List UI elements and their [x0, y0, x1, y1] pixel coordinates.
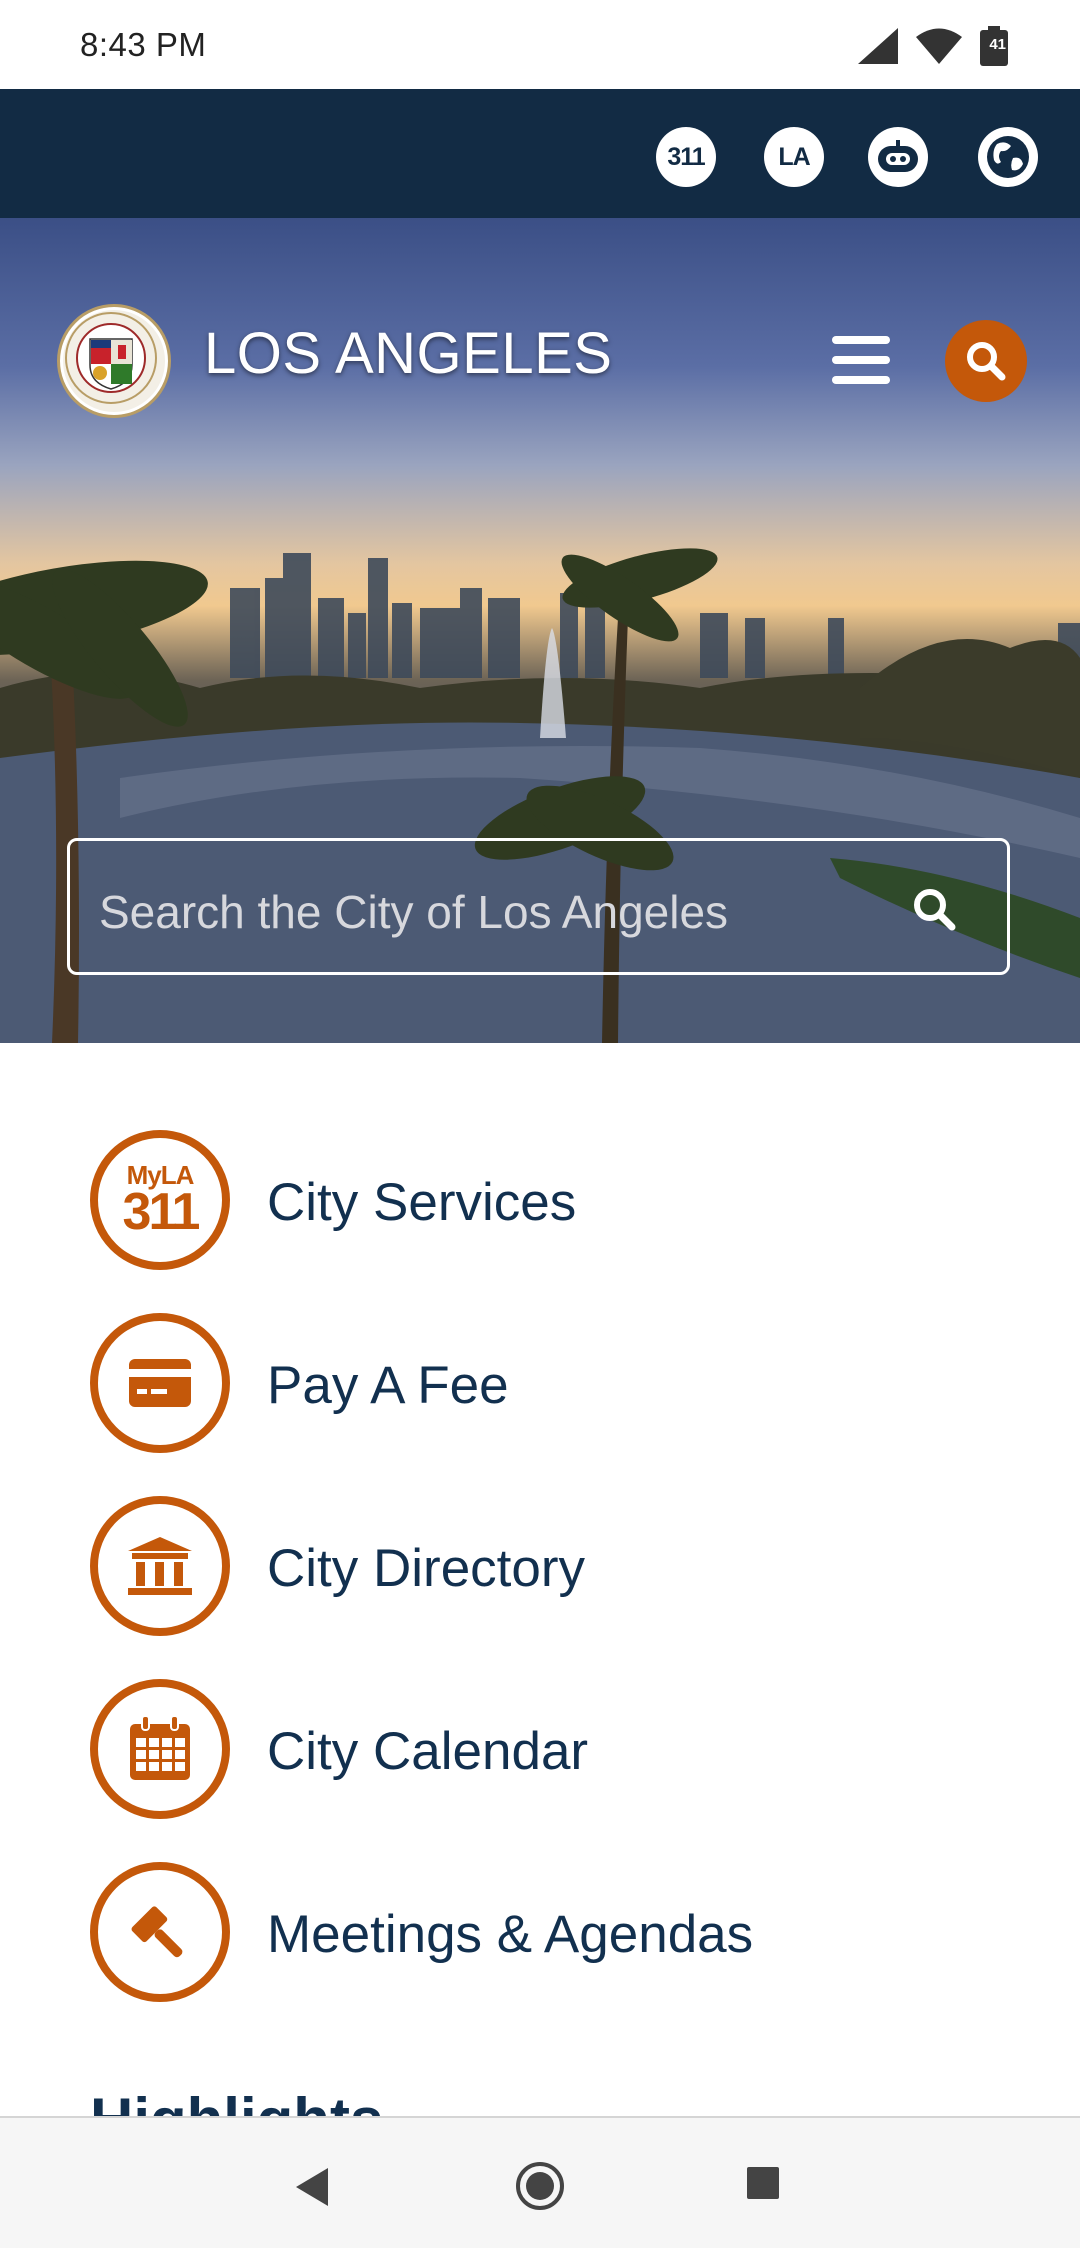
gavel-icon	[90, 1862, 230, 2002]
311-icon: 311	[667, 142, 705, 171]
home-icon[interactable]	[514, 2160, 566, 2212]
chatbot-button[interactable]	[868, 127, 928, 187]
system-nav-bar	[0, 2116, 1080, 2248]
credit-card-icon	[90, 1313, 230, 1453]
la-icon: LA	[778, 142, 810, 171]
svg-text:4: 4	[946, 52, 953, 64]
search-submit-icon[interactable]	[911, 886, 957, 932]
menu-bar-icon	[832, 336, 890, 344]
status-time: 8:43 PM	[80, 26, 207, 63]
service-pay-a-fee[interactable]: Pay A Fee	[90, 1313, 990, 1453]
globe-icon	[987, 136, 1029, 178]
service-meetings-agendas[interactable]: Meetings & Agendas	[90, 1862, 990, 2002]
status-bar: 8:43 PM 4 41	[0, 0, 1080, 89]
la-button[interactable]: LA	[764, 127, 824, 187]
service-label: Meetings & Agendas	[267, 1905, 754, 1964]
hamburger-menu-button[interactable]	[832, 336, 890, 386]
calendar-icon	[90, 1679, 230, 1819]
back-icon[interactable]	[292, 2166, 332, 2208]
service-label: City Services	[267, 1173, 577, 1232]
hero-banner: LOS ANGELES Search the City of Los Angel…	[0, 218, 1080, 1043]
highlights-heading: Highlights	[90, 2090, 383, 2118]
header-search-button[interactable]	[945, 320, 1027, 402]
menu-bar-icon	[832, 376, 890, 384]
status-icons: 4 41	[858, 26, 1008, 66]
government-building-icon	[90, 1496, 230, 1636]
service-label: City Calendar	[267, 1722, 589, 1781]
battery-level: 41	[989, 36, 1006, 53]
myla311-icon: MyLA 311	[90, 1130, 230, 1270]
service-label: Pay A Fee	[267, 1356, 509, 1415]
city-seal-logo[interactable]	[57, 304, 171, 418]
search-placeholder: Search the City of Los Angeles	[99, 886, 729, 938]
language-button[interactable]	[978, 127, 1038, 187]
wifi-icon: 4	[916, 28, 962, 64]
recents-icon[interactable]	[746, 2166, 780, 2200]
service-city-calendar[interactable]: City Calendar	[90, 1679, 990, 1819]
signal-icon	[858, 28, 898, 64]
service-city-directory[interactable]: City Directory	[90, 1496, 990, 1636]
menu-bar-icon	[832, 356, 890, 364]
site-title[interactable]: LOS ANGELES	[204, 320, 612, 387]
utility-bar: 311 LA	[0, 89, 1080, 218]
chatbot-icon	[878, 140, 918, 172]
search-icon	[967, 342, 1006, 381]
service-city-services[interactable]: MyLA 311 City Services	[90, 1130, 990, 1270]
city-seal-icon	[65, 312, 157, 404]
service-label: City Directory	[267, 1539, 586, 1598]
site-search-input[interactable]: Search the City of Los Angeles	[67, 838, 1010, 975]
311-button[interactable]: 311	[656, 127, 716, 187]
